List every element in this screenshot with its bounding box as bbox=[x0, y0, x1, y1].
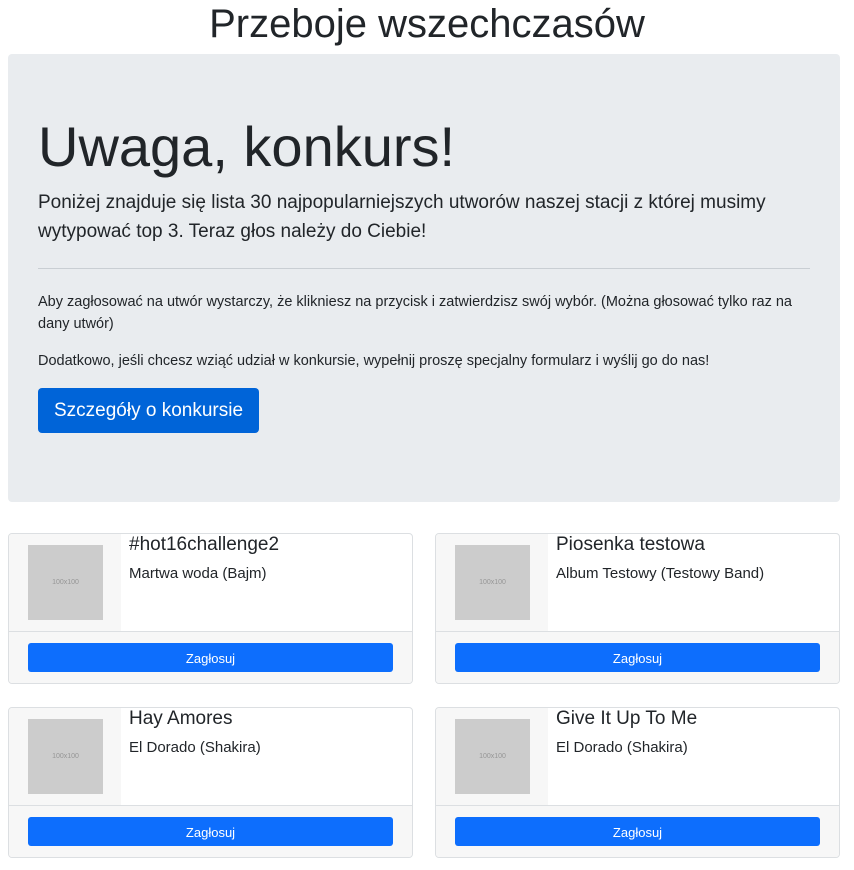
song-album: El Dorado (Shakira) bbox=[556, 739, 688, 756]
album-thumbnail: 100x100 bbox=[455, 545, 530, 620]
contest-details-button[interactable]: Szczegóły o konkursie bbox=[38, 388, 260, 433]
song-card: 100x100 Hay Amores El Dorado (Shakira) Z… bbox=[8, 707, 413, 858]
song-album: Album Testowy (Testowy Band) bbox=[556, 565, 765, 582]
thumbnail-container: 100x100 bbox=[9, 534, 121, 631]
vote-button[interactable]: Zagłosuj bbox=[28, 817, 393, 846]
jumbotron-heading: Uwaga, konkurs! bbox=[38, 115, 456, 178]
song-card-footer: Zagłosuj bbox=[9, 632, 412, 683]
thumbnail-container: 100x100 bbox=[436, 708, 548, 805]
song-card-body: 100x100 #hot16challenge2 Martwa woda (Ba… bbox=[9, 534, 412, 632]
album-thumbnail: 100x100 bbox=[28, 719, 103, 794]
song-card-body: 100x100 Piosenka testowa Album Testowy (… bbox=[436, 534, 839, 632]
song-card-footer: Zagłosuj bbox=[9, 806, 412, 857]
vote-button[interactable]: Zagłosuj bbox=[455, 817, 820, 846]
voting-info: Aby zagłosować na utwór wystarczy, że kl… bbox=[38, 294, 792, 332]
song-title: Piosenka testowa bbox=[556, 534, 705, 555]
song-card: 100x100 Give It Up To Me El Dorado (Shak… bbox=[435, 707, 840, 858]
song-card-footer: Zagłosuj bbox=[436, 632, 839, 683]
page-title: Przeboje wszechczasów bbox=[209, 2, 645, 46]
song-card: 100x100 Piosenka testowa Album Testowy (… bbox=[435, 533, 840, 684]
vote-button[interactable]: Zagłosuj bbox=[455, 643, 820, 672]
song-card-body: 100x100 Hay Amores El Dorado (Shakira) bbox=[9, 708, 412, 806]
album-thumbnail: 100x100 bbox=[455, 719, 530, 794]
jumbotron-lead: Poniżej znajduje się lista 30 najpopular… bbox=[38, 192, 766, 242]
album-thumbnail: 100x100 bbox=[28, 545, 103, 620]
song-album: Martwa woda (Bajm) bbox=[129, 565, 267, 582]
song-card-footer: Zagłosuj bbox=[436, 806, 839, 857]
vote-button[interactable]: Zagłosuj bbox=[28, 643, 393, 672]
song-title: Hay Amores bbox=[129, 708, 233, 729]
song-card: 100x100 #hot16challenge2 Martwa woda (Ba… bbox=[8, 533, 413, 684]
thumbnail-container: 100x100 bbox=[9, 708, 121, 805]
song-card-body: 100x100 Give It Up To Me El Dorado (Shak… bbox=[436, 708, 839, 806]
song-album: El Dorado (Shakira) bbox=[129, 739, 261, 756]
song-title: Give It Up To Me bbox=[556, 708, 698, 729]
contest-info: Dodatkowo, jeśli chcesz wziąć udział w k… bbox=[38, 353, 710, 369]
song-title: #hot16challenge2 bbox=[129, 534, 280, 555]
divider bbox=[38, 268, 810, 269]
contest-jumbotron: Uwaga, konkurs! Poniżej znajduje się lis… bbox=[8, 54, 840, 502]
thumbnail-container: 100x100 bbox=[436, 534, 548, 631]
